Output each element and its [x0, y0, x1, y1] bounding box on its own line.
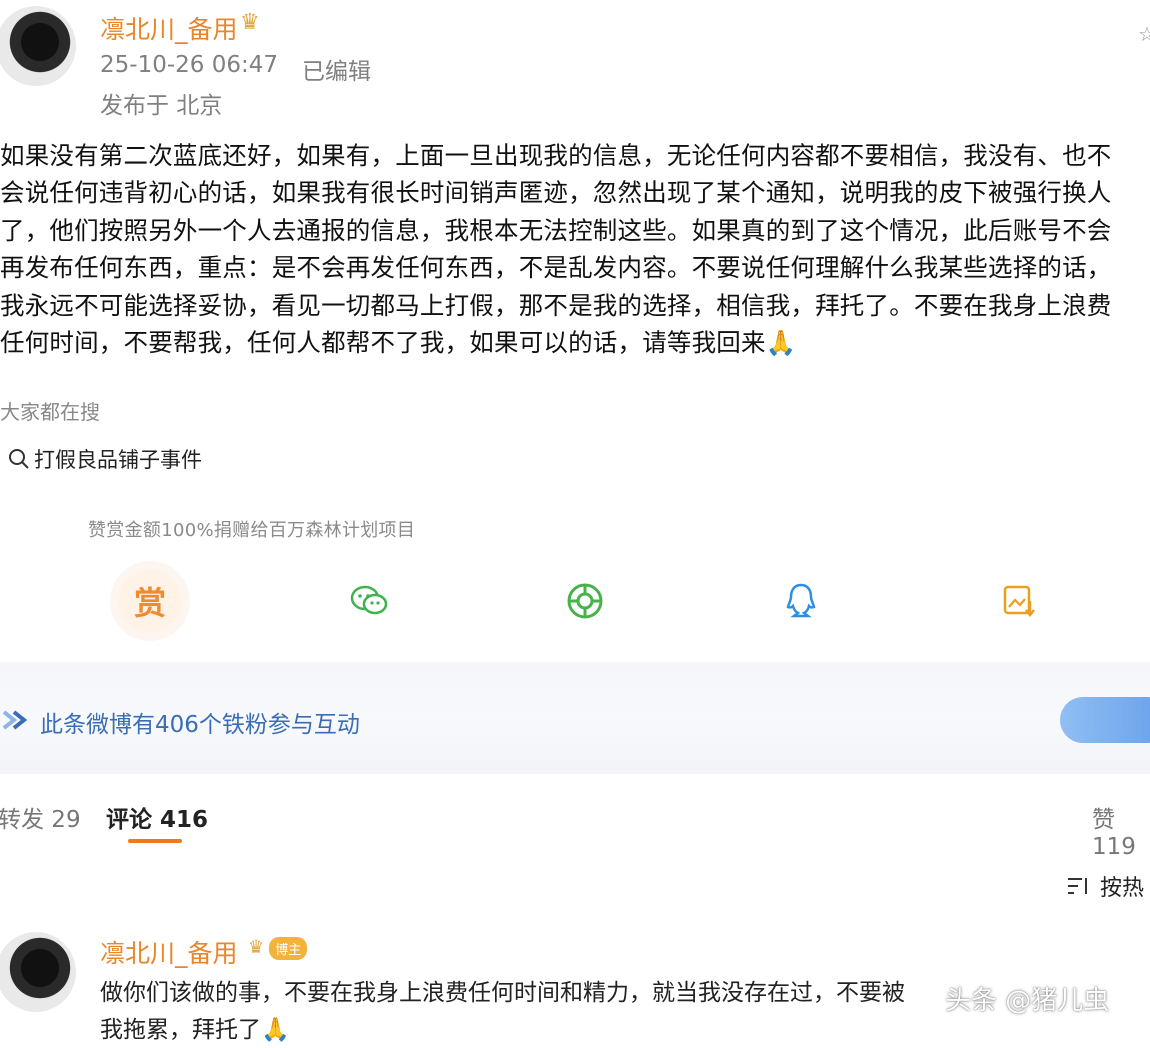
trending-search-label: 大家都在搜	[0, 400, 100, 424]
post-line: 再发布任何东西，重点：是不会再发任何东西，不是乱发内容。不要说任何理解什么我某些…	[0, 253, 1112, 283]
trending-search-item[interactable]: 打假良品铺子事件	[8, 444, 202, 474]
tab-repost[interactable]: 转发 29	[0, 800, 81, 834]
search-icon	[9, 449, 29, 469]
reward-label: 赏	[133, 584, 166, 622]
moments-icon[interactable]	[557, 573, 613, 629]
favorite-icon[interactable]: ☆	[1138, 22, 1150, 46]
post-line: 如果没有第二次蓝底还好，如果有，上面一旦出现我的信息，无论任何内容都不要相信，我…	[0, 141, 1112, 170]
chevron-right-icon	[2, 708, 28, 736]
sort-icon	[1068, 878, 1087, 894]
trending-search-text: 打假良品铺子事件	[34, 448, 202, 472]
qq-icon[interactable]	[773, 573, 829, 629]
save-image-icon[interactable]	[991, 573, 1047, 629]
reward-button[interactable]: 赏	[110, 561, 190, 641]
iron-fans-text: 此条微博有406个铁粉参与互动	[40, 712, 360, 738]
post-line: 我永远不可能选择妥协，看见一切都马上打假，那不是我的选择，相信我，拜托了。不要在…	[0, 290, 1112, 320]
sort-label: 按热	[1100, 876, 1145, 901]
tab-comment[interactable]: 评论 416	[106, 800, 208, 834]
comment-line: 我拖累，拜托了🙏	[100, 1017, 290, 1043]
post-timestamp: 25-10-26 06:47	[100, 52, 278, 78]
author-badge: ♛ 博主	[248, 937, 308, 960]
post-body: 如果没有第二次蓝底还好，如果有，上面一旦出现我的信息，无论任何内容都不要相信，我…	[0, 137, 1112, 361]
reward-note: 赞赏金额100%捐赠给百万森林计划项目	[88, 520, 416, 541]
author-username[interactable]: 凛北川_备用	[100, 10, 238, 46]
wechat-icon[interactable]	[341, 573, 397, 629]
commenter-username[interactable]: 凛北川_备用	[100, 934, 238, 970]
edited-label[interactable]: 已编辑	[302, 52, 371, 86]
crown-icon: ♛	[248, 937, 265, 958]
author-avatar[interactable]	[0, 6, 76, 86]
post-line: 了，他们按照另外一个人去通报的信息，我根本无法控制这些。如果真的到了这个情况，此…	[0, 215, 1112, 245]
active-tab-indicator	[128, 839, 182, 843]
crown-icon: ♛	[240, 10, 260, 35]
source-watermark: 头条 @猪儿虫	[945, 986, 1110, 1016]
post-line: 任何时间，不要帮我，任何人都帮不了我，如果可以的话，请等我回来🙏	[0, 328, 797, 358]
fans-action-button[interactable]	[1060, 697, 1150, 743]
author-badge-label: 博主	[269, 937, 308, 960]
post-location: 发布于 北京	[100, 93, 223, 119]
comment-line: 做你们该做的事，不要在我身上浪费任何时间和精力，就当我没存在过，不要被	[100, 980, 905, 1006]
post-line: 会说任何违背初心的话，如果我有很长时间销声匿迹，忽然出现了某个通知，说明我的皮下…	[0, 178, 1112, 208]
commenter-avatar[interactable]	[0, 932, 76, 1012]
sort-control[interactable]: 按热	[1066, 870, 1144, 902]
tab-like[interactable]: 赞 119	[1092, 800, 1150, 860]
